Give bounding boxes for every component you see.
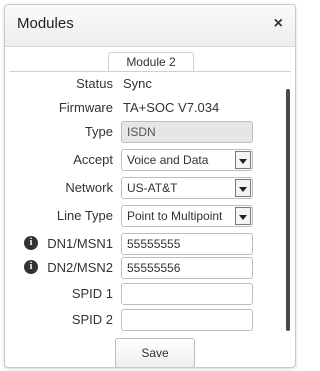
spid2-row: SPID 2: [5, 309, 295, 331]
save-button[interactable]: Save: [115, 338, 195, 367]
spid2-label: SPID 2: [71, 312, 113, 327]
line-type-label: Line Type: [56, 208, 113, 223]
line-type-select-value: Point to Multipoint: [127, 209, 223, 223]
info-icon[interactable]: i: [24, 236, 38, 250]
tab-module-2[interactable]: Module 2: [108, 52, 194, 72]
network-row: Network US-AT&T: [5, 177, 295, 199]
accept-select[interactable]: Voice and Data: [121, 149, 253, 171]
status-row: Status Sync: [5, 73, 295, 95]
spid1-row: SPID 1: [5, 283, 295, 305]
scrollbar[interactable]: [286, 89, 290, 331]
spid2-input[interactable]: [121, 309, 253, 331]
chevron-down-icon[interactable]: [235, 151, 251, 169]
accept-row: Accept Voice and Data: [5, 149, 295, 171]
accept-label: Accept: [73, 152, 113, 167]
dn1-label: DN1/MSN1: [47, 236, 113, 251]
type-label: Type: [84, 124, 113, 139]
network-select[interactable]: US-AT&T: [121, 177, 253, 199]
firmware-row: Firmware TA+SOC V7.034: [5, 97, 295, 119]
chevron-down-icon[interactable]: [235, 207, 251, 225]
dn2-input[interactable]: 55555556: [121, 257, 253, 279]
dn2-label: DN2/MSN2: [47, 260, 113, 275]
dn2-row: i DN2/MSN2 55555556: [5, 257, 295, 279]
modules-dialog: Modules × Module 2 Status Sync Firmware …: [4, 4, 296, 368]
dn1-row: i DN1/MSN1 55555555: [5, 233, 295, 255]
dialog-title: Modules: [17, 15, 74, 32]
network-label: Network: [65, 180, 113, 195]
dn1-input[interactable]: 55555555: [121, 233, 253, 255]
accept-select-value: Voice and Data: [127, 153, 209, 167]
firmware-value: TA+SOC V7.034: [123, 100, 220, 115]
status-value: Sync: [123, 76, 152, 91]
network-select-value: US-AT&T: [127, 181, 178, 195]
tab-divider: [9, 71, 291, 72]
firmware-label: Firmware: [58, 100, 113, 115]
spid1-input[interactable]: [121, 283, 253, 305]
type-row: Type ISDN: [5, 121, 295, 143]
line-type-select[interactable]: Point to Multipoint: [121, 205, 253, 227]
line-type-row: Line Type Point to Multipoint: [5, 205, 295, 227]
dialog-header: Modules ×: [5, 5, 295, 47]
spid1-label: SPID 1: [71, 286, 113, 301]
chevron-down-icon[interactable]: [235, 179, 251, 197]
status-label: Status: [76, 76, 113, 91]
type-field: ISDN: [121, 121, 253, 143]
close-icon[interactable]: ×: [274, 15, 283, 33]
info-icon[interactable]: i: [24, 260, 38, 274]
